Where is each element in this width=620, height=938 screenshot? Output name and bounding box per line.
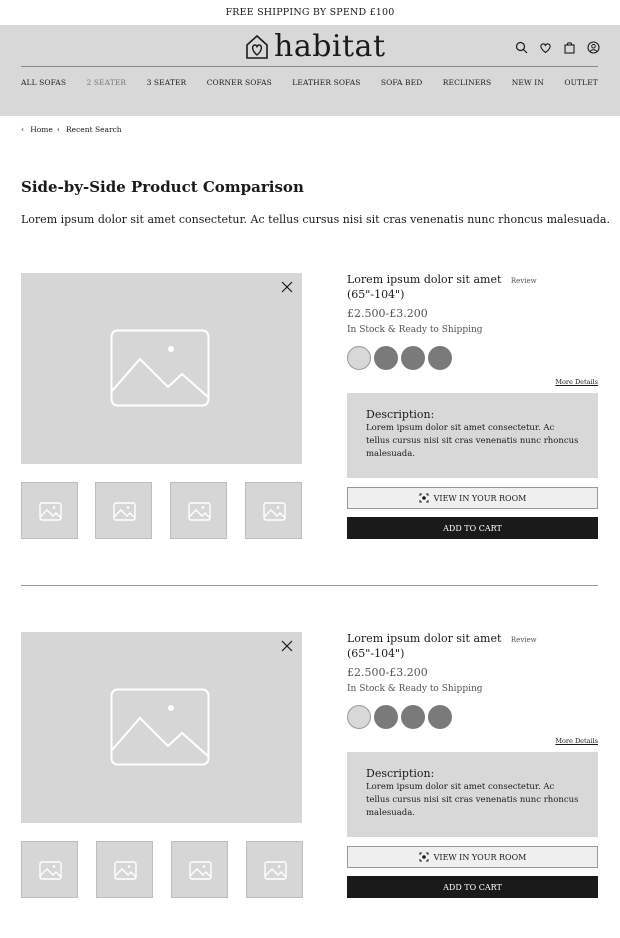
product-name-line2: (65"-104") <box>347 288 405 301</box>
color-swatch[interactable] <box>374 346 398 370</box>
description-label: Description: <box>366 408 435 421</box>
nav-new-in[interactable]: NEW IN <box>512 78 544 87</box>
image-placeholder-icon <box>114 861 137 880</box>
stock-status: In Stock & Ready to Shipping <box>347 684 483 694</box>
header-icons <box>515 41 600 54</box>
product-name-line1: Lorem ipsum dolor sit amet <box>347 632 502 645</box>
chevron-left-icon: ‹ <box>21 125 25 134</box>
product-main-image[interactable] <box>21 273 302 464</box>
image-placeholder-icon <box>189 861 212 880</box>
product-info: Lorem ipsum dolor sit amet Review (65"-1… <box>347 632 598 898</box>
breadcrumb-current[interactable]: Recent Search <box>66 125 122 134</box>
breadcrumb-home[interactable]: Home <box>30 125 53 134</box>
product-main-image[interactable] <box>21 632 302 823</box>
color-swatch[interactable] <box>428 346 452 370</box>
description-box: Description: Lorem ipsum dolor sit amet … <box>347 393 598 478</box>
image-placeholder-icon <box>110 329 210 407</box>
product-price: £2.500-£3.200 <box>347 666 428 679</box>
nav-corner-sofas[interactable]: CORNER SOFAS <box>207 78 272 87</box>
close-icon[interactable] <box>280 280 294 294</box>
product-name-line2: (65"-104") <box>347 647 405 660</box>
product-thumbnail[interactable] <box>95 482 152 539</box>
ar-view-icon <box>419 493 429 503</box>
description-label: Description: <box>366 767 435 780</box>
product-name: Lorem ipsum dolor sit amet Review (65"-1… <box>347 632 598 661</box>
ar-view-icon <box>419 852 429 862</box>
user-icon[interactable] <box>587 41 600 54</box>
view-in-room-button[interactable]: VIEW IN YOUR ROOM <box>347 846 598 868</box>
image-placeholder-icon <box>39 502 62 521</box>
image-placeholder-icon <box>188 502 211 521</box>
product-thumbnail[interactable] <box>246 841 303 898</box>
color-swatch[interactable] <box>428 705 452 729</box>
page-title: Side-by-Side Product Comparison <box>21 178 304 196</box>
product-info: Lorem ipsum dolor sit amet Review (65"-1… <box>347 273 598 539</box>
promo-text: FREE SHIPPING BY SPEND £100 <box>225 7 395 18</box>
chevron-left-icon: ‹ <box>56 125 61 134</box>
search-icon[interactable] <box>515 41 528 54</box>
color-swatches <box>347 346 598 370</box>
page-description: Lorem ipsum dolor sit amet consectetur. … <box>21 213 610 226</box>
description-text: Lorem ipsum dolor sit amet consectetur. … <box>366 423 579 459</box>
breadcrumb: ‹ Home ‹ Recent Search <box>21 125 122 134</box>
nav-recliners[interactable]: RECLINERS <box>443 78 492 87</box>
nav-3-seater[interactable]: 3 SEATER <box>147 78 187 87</box>
product-thumbnail[interactable] <box>245 482 302 539</box>
product-thumbnail[interactable] <box>170 482 227 539</box>
view-in-room-label: VIEW IN YOUR ROOM <box>433 493 527 503</box>
stock-status: In Stock & Ready to Shipping <box>347 325 483 335</box>
nav-leather-sofas[interactable]: LEATHER SOFAS <box>292 78 360 87</box>
close-icon[interactable] <box>280 639 294 653</box>
product-price: £2.500-£3.200 <box>347 307 428 320</box>
promo-banner: FREE SHIPPING BY SPEND £100 <box>0 0 620 25</box>
logo-text: habitat <box>274 29 386 64</box>
product-name: Lorem ipsum dolor sit amet Review (65"-1… <box>347 273 598 302</box>
color-swatch[interactable] <box>374 705 398 729</box>
product-thumbnail[interactable] <box>21 482 78 539</box>
logo[interactable]: habitat <box>244 31 386 63</box>
product-thumbnail[interactable] <box>21 841 78 898</box>
product-thumbnail[interactable] <box>171 841 228 898</box>
color-swatches <box>347 705 598 729</box>
house-logo-icon <box>246 34 268 59</box>
add-to-cart-button[interactable]: ADD TO CART <box>347 876 598 898</box>
main-nav: ALL SOFAS 2 SEATER 3 SEATER CORNER SOFAS… <box>21 78 598 87</box>
nav-sofa-bed[interactable]: SOFA BED <box>381 78 422 87</box>
more-details-link[interactable]: More Details <box>555 378 598 386</box>
image-placeholder-icon <box>39 861 62 880</box>
section-divider <box>21 585 598 586</box>
product-thumbnail[interactable] <box>96 841 153 898</box>
description-text: Lorem ipsum dolor sit amet consectetur. … <box>366 782 579 818</box>
bag-icon[interactable] <box>563 41 576 54</box>
image-placeholder-icon <box>113 502 136 521</box>
view-in-room-label: VIEW IN YOUR ROOM <box>433 852 527 862</box>
header-divider <box>21 66 598 67</box>
add-to-cart-button[interactable]: ADD TO CART <box>347 517 598 539</box>
product-card-2: Lorem ipsum dolor sit amet Review (65"-1… <box>0 632 620 912</box>
more-details-link[interactable]: More Details <box>555 737 598 745</box>
view-in-room-button[interactable]: VIEW IN YOUR ROOM <box>347 487 598 509</box>
product-card-1: Lorem ipsum dolor sit amet Review (65"-1… <box>0 273 620 553</box>
nav-outlet[interactable]: OUTLET <box>564 78 598 87</box>
image-placeholder-icon <box>264 861 287 880</box>
color-swatch[interactable] <box>401 705 425 729</box>
nav-2-seater[interactable]: 2 SEATER <box>86 78 126 87</box>
nav-all-sofas[interactable]: ALL SOFAS <box>21 78 66 87</box>
color-swatch[interactable] <box>401 346 425 370</box>
color-swatch[interactable] <box>347 705 371 729</box>
review-link[interactable]: Review <box>511 636 537 644</box>
product-name-line1: Lorem ipsum dolor sit amet <box>347 273 502 286</box>
image-placeholder-icon <box>263 502 286 521</box>
review-link[interactable]: Review <box>511 277 537 285</box>
site-header: habitat ALL SOFAS 2 SEATER 3 SEATER CORN… <box>0 25 620 116</box>
image-placeholder-icon <box>110 688 210 766</box>
color-swatch[interactable] <box>347 346 371 370</box>
description-box: Description: Lorem ipsum dolor sit amet … <box>347 752 598 837</box>
heart-icon[interactable] <box>539 41 552 54</box>
